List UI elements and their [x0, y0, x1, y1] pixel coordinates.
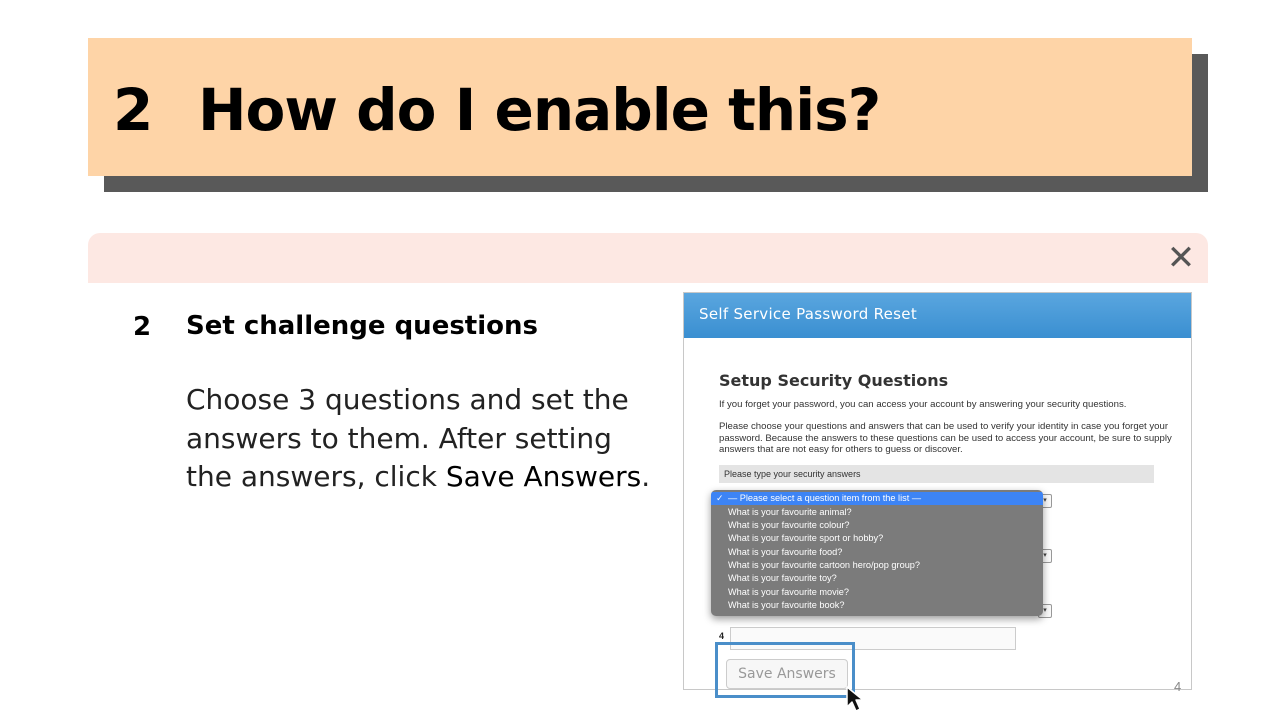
dropdown-option-label: What is your favourite movie? — [728, 586, 850, 597]
step-body-end: . — [641, 460, 651, 493]
dropdown-option[interactable]: What is your favourite movie? — [711, 586, 1043, 599]
dropdown-option-label: What is your favourite toy? — [728, 573, 837, 584]
step-number: 2 — [133, 312, 152, 342]
question-dropdown[interactable]: ✓ — Please select a question item from t… — [711, 490, 1043, 616]
slide-title: How do I enable this? — [198, 76, 881, 144]
answers-band-label: Please type your security answers — [724, 469, 861, 479]
screenshot-instructions: Please choose your questions and answers… — [719, 421, 1172, 455]
dropdown-option[interactable]: What is your favourite cartoon hero/pop … — [711, 559, 1043, 572]
save-button-highlight — [715, 642, 855, 698]
mouse-pointer-icon — [846, 686, 864, 712]
dropdown-option[interactable]: What is your favourite book? — [711, 599, 1043, 612]
dropdown-option-label: What is your favourite animal? — [728, 506, 852, 517]
dropdown-option-label: What is your favourite colour? — [728, 520, 850, 531]
dropdown-option[interactable]: What is your favourite food? — [711, 546, 1043, 559]
dropdown-option-label: What is your favourite book? — [728, 599, 845, 610]
dropdown-option[interactable]: What is your favourite toy? — [711, 572, 1043, 585]
screenshot-header: Self Service Password Reset — [684, 293, 1191, 338]
screenshot-header-title: Self Service Password Reset — [699, 305, 918, 323]
dropdown-option[interactable]: What is your favourite colour? — [711, 519, 1043, 532]
step-body: Choose 3 questions and set the answers t… — [186, 381, 656, 497]
screenshot-heading: Setup Security Questions — [719, 371, 949, 390]
dropdown-option-label: What is your favourite cartoon hero/pop … — [728, 560, 921, 570]
dropdown-selected-item[interactable]: ✓ — Please select a question item from t… — [711, 492, 1043, 506]
step-title: Set challenge questions — [186, 311, 538, 341]
dropdown-option-label: What is your favourite sport or hobby? — [728, 533, 884, 544]
page-number: 4 — [1174, 679, 1182, 694]
question-4-label: 4 — [719, 631, 725, 641]
slide-number: 2 — [113, 76, 153, 144]
dropdown-option[interactable]: What is your favourite sport or hobby? — [711, 532, 1043, 545]
dropdown-option[interactable]: What is your favourite animal? — [711, 506, 1043, 519]
checkmark-icon: ✓ — [716, 493, 724, 503]
answers-band: Please type your security answers — [719, 465, 1154, 483]
screenshot-intro: If you forget your password, you can acc… — [719, 399, 1127, 410]
section-strip — [88, 233, 1208, 283]
close-icon[interactable]: ✕ — [1166, 240, 1196, 276]
step-body-emphasis: Save Answers — [445, 460, 642, 493]
dropdown-option-label: What is your favourite food? — [728, 546, 843, 557]
dropdown-selected-label: — Please select a question item from the… — [728, 493, 922, 503]
